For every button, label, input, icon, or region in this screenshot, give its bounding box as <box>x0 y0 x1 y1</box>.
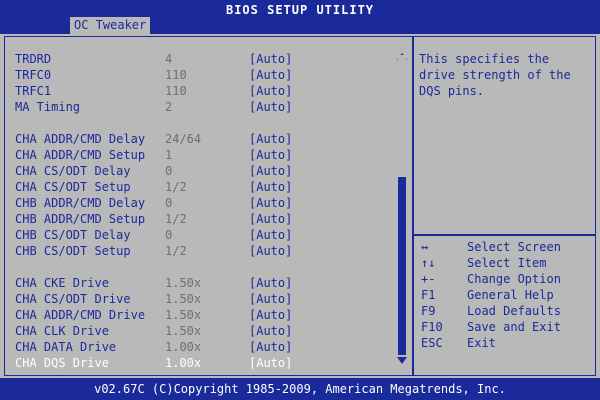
key-description: Select Screen <box>467 240 561 254</box>
setting-name: CHA CS/ODT Delay <box>15 164 131 178</box>
key-description: Load Defaults <box>467 304 561 318</box>
key-label: F9 <box>421 304 436 318</box>
key-label: ↔ <box>421 240 429 254</box>
setting-option[interactable]: [Auto] <box>249 355 292 371</box>
key-label: +- <box>421 272 436 286</box>
tab-oc-tweaker[interactable]: OC Tweaker <box>70 17 151 34</box>
setting-name: CHA CS/ODT Setup <box>15 180 131 194</box>
key-label: F1 <box>421 288 436 302</box>
copyright-footer: v02.67C (C)Copyright 1985-2009, American… <box>0 378 600 400</box>
setting-value: 1/2 <box>165 180 187 194</box>
setting-name: CHB CS/ODT Setup <box>15 244 131 258</box>
key-label: ESC <box>421 336 443 350</box>
setting-value: 0 <box>165 196 173 210</box>
setting-value: 1.50x <box>165 324 202 338</box>
panel-divider <box>412 37 414 375</box>
setting-value: 1/2 <box>165 244 187 258</box>
setting-value: 4 <box>165 52 173 66</box>
scrollbar-thumb[interactable] <box>398 177 406 355</box>
setting-option[interactable]: [Auto] <box>249 323 292 339</box>
setting-name: CHA CS/ODT Drive <box>15 292 131 306</box>
setting-name: CHA ADDR/CMD Drive <box>15 308 146 322</box>
setting-option[interactable]: [Auto] <box>249 195 292 211</box>
setting-option[interactable]: [Auto] <box>249 131 292 147</box>
setting-name: CHA ADDR/CMD Delay <box>15 132 146 146</box>
setting-value: 0 <box>165 164 173 178</box>
setting-value: 2 <box>165 100 173 114</box>
setting-name: TRFC0 <box>15 68 52 82</box>
setting-value: 1.50x <box>165 308 202 322</box>
setting-name: CHB ADDR/CMD Delay <box>15 196 146 210</box>
setting-value: 0 <box>165 228 173 242</box>
setting-option[interactable]: [Auto] <box>249 291 292 307</box>
setting-name: TRFC1 <box>15 84 52 98</box>
help-description: This specifies the drive strength of the… <box>419 52 571 98</box>
setting-name: TRDRD <box>15 52 52 66</box>
setting-name: CHA ADDR/CMD Setup <box>15 148 146 162</box>
tab-bar: OC Tweaker <box>0 17 600 34</box>
setting-option[interactable]: [Auto] <box>249 211 292 227</box>
setting-name: CHA CKE Drive <box>15 276 109 290</box>
key-description: Select Item <box>467 256 547 270</box>
setting-option[interactable]: [Auto] <box>249 179 292 195</box>
setting-value: 110 <box>165 84 187 98</box>
setting-name: CHB ADDR/CMD Setup <box>15 212 146 226</box>
setting-name: CHB CS/ODT Delay <box>15 228 131 242</box>
setting-option[interactable]: [Auto] <box>249 339 292 355</box>
key-description: Save and Exit <box>467 320 561 334</box>
setting-option[interactable]: [Auto] <box>249 163 292 179</box>
setting-value: 1 <box>165 148 173 162</box>
setting-value: 1/2 <box>165 212 187 226</box>
setting-option[interactable]: [Auto] <box>249 243 292 259</box>
setting-option[interactable]: [Auto] <box>249 275 292 291</box>
key-description: General Help <box>467 288 554 302</box>
setting-option[interactable]: [Auto] <box>249 227 292 243</box>
setting-name: CHA DQS Drive <box>15 356 109 370</box>
setting-option[interactable]: [Auto] <box>249 67 292 83</box>
setting-option[interactable]: [Auto] <box>249 307 292 323</box>
setting-option[interactable]: [Auto] <box>249 99 292 115</box>
setting-value: 24/64 <box>165 132 202 146</box>
main-panel: TRDRD 4 [Auto] TRFC0 110 [Auto] TRFC1 11… <box>4 36 596 376</box>
setting-value: 1.50x <box>165 276 202 290</box>
setting-value: 1.50x <box>165 292 202 306</box>
setting-option[interactable]: [Auto] <box>249 51 292 67</box>
setting-name: MA Timing <box>15 100 81 114</box>
setting-option[interactable]: [Auto] <box>249 147 292 163</box>
scroll-down-arrow-icon[interactable] <box>397 357 407 364</box>
setting-value: 1.00x <box>165 340 202 354</box>
setting-option[interactable]: [Auto] <box>249 83 292 99</box>
help-divider <box>414 234 595 236</box>
setting-name: CHA CLK Drive <box>15 324 109 338</box>
setting-name: CHA DATA Drive <box>15 340 117 354</box>
key-label: ↑↓ <box>421 256 436 270</box>
setting-value: 1.00x <box>165 356 202 370</box>
key-label: F10 <box>421 320 443 334</box>
key-description: Change Option <box>467 272 561 286</box>
setting-value: 110 <box>165 68 187 82</box>
key-description: Exit <box>467 336 496 350</box>
